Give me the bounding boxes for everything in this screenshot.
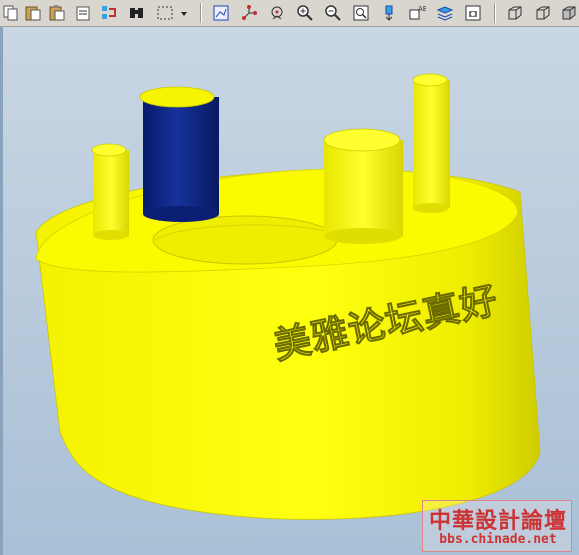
datum-display-icon[interactable] bbox=[238, 2, 260, 24]
graphics-viewport[interactable]: 美雅论坛真好 bbox=[0, 27, 579, 555]
viewport-left-edge bbox=[0, 27, 3, 555]
blue-pin bbox=[139, 86, 219, 222]
spin-center-icon[interactable] bbox=[266, 2, 288, 24]
sketch-icon[interactable] bbox=[210, 2, 232, 24]
site-watermark: 中華設計論壇 bbs.chinade.net bbox=[422, 500, 572, 552]
main-toolbar: AB bbox=[0, 0, 579, 27]
wireframe-icon[interactable] bbox=[504, 2, 526, 24]
top-pocket bbox=[152, 215, 338, 265]
left-pin bbox=[91, 143, 129, 240]
refit-icon[interactable] bbox=[350, 2, 372, 24]
watermark-url: bbs.chinade.net bbox=[439, 532, 557, 547]
middle-boss bbox=[323, 128, 403, 244]
right-pin bbox=[412, 73, 450, 213]
clipboard-icon[interactable] bbox=[22, 2, 44, 24]
paste-special-icon[interactable] bbox=[46, 2, 68, 24]
select-box-icon[interactable] bbox=[154, 2, 176, 24]
hidden-line-icon[interactable] bbox=[532, 2, 554, 24]
copy-icon[interactable] bbox=[0, 2, 22, 24]
regenerate-icon[interactable] bbox=[98, 2, 120, 24]
model-tree-icon[interactable] bbox=[462, 2, 484, 24]
zoom-out-icon[interactable] bbox=[322, 2, 344, 24]
saved-views-icon[interactable]: AB bbox=[406, 2, 428, 24]
paste-icon[interactable] bbox=[72, 2, 94, 24]
dropdown-arrow-icon[interactable] bbox=[178, 2, 190, 24]
layers-icon[interactable] bbox=[434, 2, 456, 24]
watermark-title: 中華設計論壇 bbox=[428, 508, 567, 534]
svg-text:AB: AB bbox=[418, 5, 426, 13]
find-icon[interactable] bbox=[126, 2, 148, 24]
part-model[interactable]: 美雅论坛真好 bbox=[0, 27, 579, 555]
zoom-in-icon[interactable] bbox=[294, 2, 316, 24]
shaded-icon[interactable] bbox=[558, 2, 579, 24]
reorient-icon[interactable] bbox=[378, 2, 400, 24]
